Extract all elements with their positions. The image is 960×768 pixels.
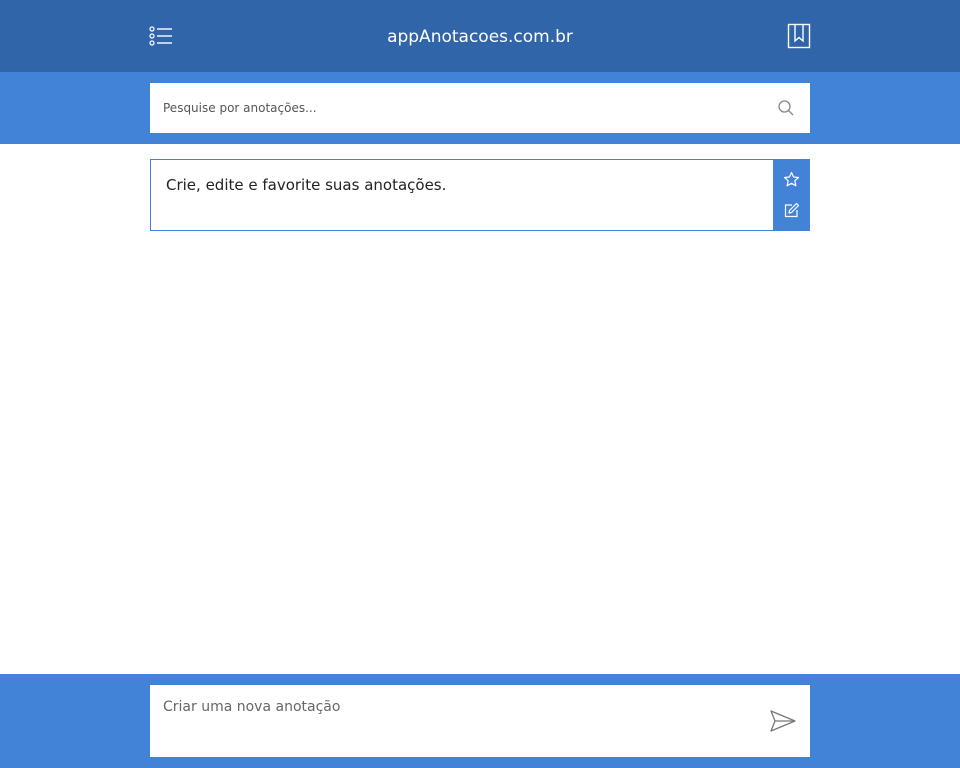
note-card[interactable]: Crie, edite e favorite suas anotações. [150,159,810,231]
new-note-input[interactable] [150,685,760,757]
search-button[interactable] [777,99,795,117]
bookmark-button[interactable] [787,23,811,49]
compose-box [150,685,810,757]
bookmark-icon [787,23,811,49]
edit-button[interactable] [783,202,800,219]
favorite-button[interactable] [783,171,800,188]
note-actions [773,159,810,231]
edit-icon [784,202,800,218]
composer-bar [0,674,960,768]
search-input[interactable] [150,83,770,133]
send-button[interactable] [769,709,797,733]
note-text: Crie, edite e favorite suas anotações. [166,176,447,194]
search-bar [0,72,960,144]
star-icon [783,171,800,187]
search-icon [778,100,794,116]
list-icon [149,26,172,46]
top-header: appAnotacoes.com.br [0,0,960,72]
menu-button[interactable] [149,25,173,47]
search-box [150,83,810,133]
send-icon [770,710,796,732]
app-title: appAnotacoes.com.br [387,27,573,47]
